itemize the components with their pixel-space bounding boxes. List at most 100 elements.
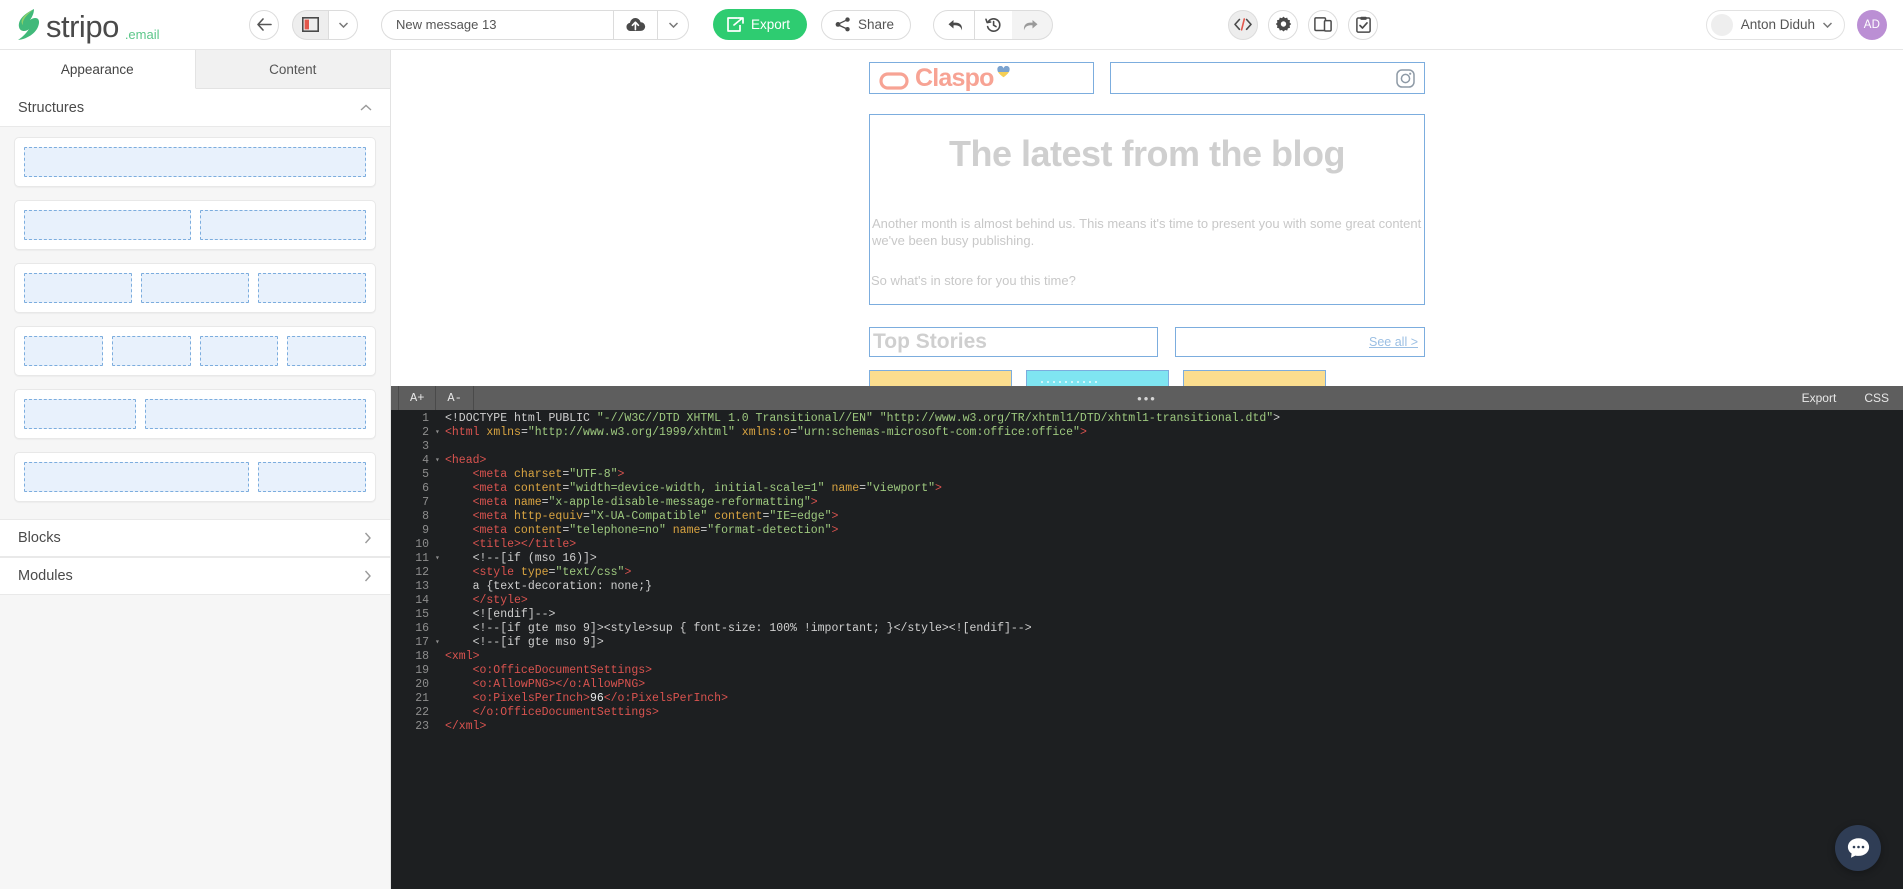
code-view-button[interactable]	[1228, 9, 1259, 40]
save-dropdown[interactable]	[657, 9, 689, 40]
code-line-number: 3	[422, 440, 429, 453]
email-social-block[interactable]	[1110, 62, 1425, 94]
code-line[interactable]: 8 <meta http-equiv="X-UA-Compatible" con…	[391, 510, 1903, 524]
code-line[interactable]: 16 <!--[if gte mso 9]><style>sup { font-…	[391, 622, 1903, 636]
code-export-button[interactable]: Export	[1788, 391, 1851, 405]
code-fold-spacer	[435, 664, 445, 678]
code-fold-toggle-icon[interactable]: ▾	[435, 636, 445, 650]
email-see-all-block[interactable]: See all >	[1175, 326, 1425, 357]
code-editor-area[interactable]: 1 <!DOCTYPE html PUBLIC "-//W3C//DTD XHTM…	[391, 410, 1903, 889]
code-line-text: <style type="text/css">	[445, 566, 632, 579]
structure-item[interactable]	[14, 326, 376, 376]
code-line-number: 17	[415, 636, 429, 649]
stripo-logo[interactable]: stripo .email	[0, 8, 200, 42]
email-stories-header-row: Top Stories See all >	[869, 326, 1425, 357]
code-line[interactable]: 18 <xml>	[391, 650, 1903, 664]
code-line-text: <meta content="telephone=no" name="forma…	[445, 524, 839, 537]
user-menu-button[interactable]: Anton Diduh	[1705, 9, 1845, 40]
code-fold-spacer	[435, 496, 445, 510]
structure-column	[111, 336, 191, 366]
section-structures[interactable]: Structures	[0, 89, 390, 127]
code-fold-toggle-icon[interactable]: ▾	[435, 426, 445, 440]
code-line-text: <xml>	[445, 650, 480, 663]
email-logo-block[interactable]: Claspo	[869, 62, 1094, 94]
code-line[interactable]: 13 a {text-decoration: none;}	[391, 580, 1903, 594]
stripo-email-editor: stripo .email New message 13 Export Shar…	[0, 0, 1903, 889]
code-line[interactable]: 5 <meta charset="UTF-8">	[391, 468, 1903, 482]
tab-content[interactable]: Content	[196, 50, 391, 88]
email-hero-block[interactable]: The latest from the blog Another month i…	[869, 114, 1425, 305]
code-line[interactable]: 20 <o:AllowPNG></o:AllowPNG>	[391, 678, 1903, 692]
section-modules-label: Modules	[18, 568, 73, 584]
export-button[interactable]: Export	[713, 9, 808, 40]
code-line[interactable]: 1 <!DOCTYPE html PUBLIC "-//W3C//DTD XHTM…	[391, 412, 1903, 426]
code-line[interactable]: 2 ▾ <html xmlns="http://www.w3.org/1999/xh…	[391, 426, 1903, 440]
gear-icon	[1275, 16, 1291, 32]
structure-item[interactable]	[14, 137, 376, 187]
avatar[interactable]: AD	[1857, 9, 1887, 40]
code-line[interactable]: 6 <meta content="width=device-width, ini…	[391, 482, 1903, 496]
device-preview-button[interactable]	[1308, 9, 1339, 40]
code-fold-toggle-icon[interactable]: ▾	[435, 454, 445, 468]
code-fold-toggle-icon[interactable]: ▾	[435, 552, 445, 566]
code-line[interactable]: 15 <![endif]-->	[391, 608, 1903, 622]
message-title-field[interactable]: New message 13	[381, 9, 613, 40]
structure-item[interactable]	[14, 452, 376, 502]
undo-button[interactable]	[933, 9, 976, 40]
tab-appearance[interactable]: Appearance	[0, 50, 196, 89]
undo-arrow-icon	[948, 19, 963, 30]
code-line[interactable]: 17 ▾ <!--[if gte mso 9]>	[391, 636, 1903, 650]
code-panel-toolbar: A+ A- ••• Export CSS	[391, 386, 1903, 410]
code-line[interactable]: 9 <meta content="telephone=no" name="for…	[391, 524, 1903, 538]
chevron-right-icon	[364, 570, 371, 582]
code-fold-spacer	[435, 510, 445, 524]
share-nodes-icon	[835, 17, 850, 32]
history-button[interactable]	[975, 9, 1013, 40]
drag-handle-dots-icon[interactable]: •••	[1137, 391, 1157, 406]
code-line[interactable]: 21 <o:PixelsPerInch>96</o:PixelsPerInch>	[391, 692, 1903, 706]
chat-widget-button[interactable]	[1835, 825, 1881, 871]
email-see-all-link[interactable]: See all >	[1369, 335, 1418, 349]
back-button[interactable]	[249, 9, 279, 40]
code-line[interactable]: 3	[391, 440, 1903, 454]
structure-column	[24, 399, 136, 429]
code-line[interactable]: 7 <meta name="x-apple-disable-message-re…	[391, 496, 1903, 510]
code-line-number: 8	[422, 510, 429, 523]
structure-item[interactable]	[14, 200, 376, 250]
code-line-text: a {text-decoration: none;}	[445, 580, 653, 593]
structure-item[interactable]	[14, 389, 376, 439]
view-mode-dropdown[interactable]	[328, 9, 358, 40]
claspo-logo: Claspo	[879, 65, 1010, 91]
code-line[interactable]: 10 <title></title>	[391, 538, 1903, 552]
redo-button[interactable]	[1012, 9, 1054, 40]
code-line[interactable]: 22 </o:OfficeDocumentSettings>	[391, 706, 1903, 720]
sidebar-empty-area	[0, 595, 390, 889]
view-mode-button[interactable]	[292, 9, 328, 40]
structure-item[interactable]	[14, 263, 376, 313]
section-blocks[interactable]: Blocks	[0, 519, 390, 557]
checklist-button[interactable]	[1348, 9, 1379, 40]
code-fold-spacer	[435, 720, 445, 734]
font-decrease-button[interactable]: A-	[436, 386, 474, 410]
section-modules[interactable]: Modules	[0, 557, 390, 595]
email-stories-title: Top Stories	[873, 329, 987, 353]
code-line[interactable]: 19 <o:OfficeDocumentSettings>	[391, 664, 1903, 678]
share-button-label: Share	[858, 17, 895, 32]
code-line[interactable]: 11 ▾ <!--[if (mso 16)]>	[391, 552, 1903, 566]
devices-preview-icon	[1314, 17, 1332, 32]
code-line[interactable]: 4 ▾ <head>	[391, 454, 1903, 468]
redo-arrow-icon	[1023, 19, 1038, 30]
email-stories-title-block[interactable]: Top Stories	[869, 326, 1158, 357]
font-increase-button[interactable]: A+	[398, 386, 437, 410]
settings-button[interactable]	[1268, 9, 1299, 40]
code-line[interactable]: 12 <style type="text/css">	[391, 566, 1903, 580]
code-line-text: <!--[if (mso 16)]>	[445, 552, 597, 565]
code-line[interactable]: 14 </style>	[391, 594, 1903, 608]
code-line-number: 5	[422, 468, 429, 481]
email-template: Claspo The latest from the blog Another …	[391, 50, 1903, 430]
save-button[interactable]	[613, 9, 657, 40]
code-line[interactable]: 23 </xml>	[391, 720, 1903, 734]
share-button[interactable]: Share	[821, 9, 912, 40]
code-line-text: <![endif]-->	[445, 608, 556, 621]
code-css-button[interactable]: CSS	[1850, 391, 1903, 405]
